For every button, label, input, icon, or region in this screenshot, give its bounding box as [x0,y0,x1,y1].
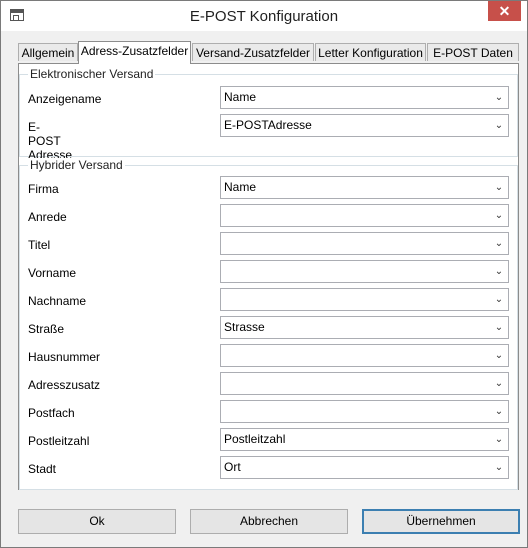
tab-epost-daten[interactable]: E-POST Daten [427,43,519,61]
field-label: Adresszusatz [28,378,101,392]
window-title: E-POST Konfiguration [189,8,339,25]
combobox-value: Strasse [224,320,265,334]
field-label: Anzeigename [28,92,102,106]
apply-button-label: Übernehmen [406,514,476,528]
chevron-down-icon[interactable]: ⌄ [493,263,505,280]
chevron-down-icon[interactable]: ⌄ [493,319,505,336]
tab-letter-konfiguration[interactable]: Letter Konfiguration [315,43,426,61]
chevron-down-icon[interactable]: ⌄ [493,403,505,420]
strasse-combobox[interactable]: Strasse ⌄ [220,316,509,339]
chevron-down-icon[interactable]: ⌄ [493,291,505,308]
adresszusatz-combobox[interactable]: ⌄ [220,372,509,395]
field-label: Straße [28,322,65,336]
anzeigename-combobox[interactable]: Name ⌄ [220,86,509,109]
dialog-client-area: Allgemein Adress-Zusatzfelder Versand-Zu… [8,31,520,539]
combobox-value: Ort [224,460,241,474]
anrede-combobox[interactable]: ⌄ [220,204,509,227]
chevron-down-icon[interactable]: ⌄ [493,431,505,448]
tab-adress-zusatzfelder[interactable]: Adress-Zusatzfelder [78,41,191,64]
title-bar[interactable]: E-POST Konfiguration ✕ [1,1,527,31]
close-button[interactable]: ✕ [488,1,521,21]
chevron-down-icon[interactable]: ⌄ [493,117,505,134]
hausnummer-combobox[interactable]: ⌄ [220,344,509,367]
postfach-combobox[interactable]: ⌄ [220,400,509,423]
combobox-value: Name [224,90,257,104]
ok-button[interactable]: Ok [18,509,176,534]
chevron-down-icon[interactable]: ⌄ [493,89,505,106]
epost-adresse-combobox[interactable]: E-POSTAdresse ⌄ [220,114,509,137]
cancel-button[interactable]: Abbrechen [190,509,348,534]
dialog-window: E-POST Konfiguration ✕ Allgemein Adress-… [0,0,528,548]
combobox-value: E-POSTAdresse [224,118,312,132]
nachname-combobox[interactable]: ⌄ [220,288,509,311]
field-label: Nachname [28,294,87,308]
tab-versand-zusatzfelder[interactable]: Versand-Zusatzfelder [192,43,314,61]
group-title-elektronisch: Elektronischer Versand [28,67,156,81]
tab-allgemein[interactable]: Allgemein [18,43,78,61]
tab-panel-adress-zusatzfelder: Elektronischer Versand Anzeigename Name … [18,63,519,490]
vorname-combobox[interactable]: ⌄ [220,260,509,283]
chevron-down-icon[interactable]: ⌄ [493,347,505,364]
chevron-down-icon[interactable]: ⌄ [493,179,505,196]
combobox-value: Name [224,180,257,194]
titel-combobox[interactable]: ⌄ [220,232,509,255]
chevron-down-icon[interactable]: ⌄ [493,459,505,476]
group-elektronischer-versand: Elektronischer Versand Anzeigename Name … [19,67,518,162]
ok-button-label: Ok [89,514,105,528]
field-label: Hausnummer [28,350,101,364]
field-label: Firma [28,182,59,196]
stadt-combobox[interactable]: Ort ⌄ [220,456,509,479]
cancel-button-label: Abbrechen [239,514,299,528]
group-title-hybrid: Hybrider Versand [28,158,125,172]
combobox-value: Postleitzahl [224,432,286,446]
field-label: E-POST Adresse [28,120,73,162]
chevron-down-icon[interactable]: ⌄ [493,375,505,392]
field-label: Titel [28,238,51,252]
apply-button[interactable]: Übernehmen [362,509,520,534]
field-label: Vorname [28,266,77,280]
postleitzahl-combobox[interactable]: Postleitzahl ⌄ [220,428,509,451]
field-label: Anrede [28,210,67,224]
chevron-down-icon[interactable]: ⌄ [493,207,505,224]
field-label: Postleitzahl [28,434,90,448]
field-label: Stadt [28,462,57,476]
firma-combobox[interactable]: Name ⌄ [220,176,509,199]
chevron-down-icon[interactable]: ⌄ [493,235,505,252]
field-label: Postfach [28,406,75,420]
group-hybrider-versand: Hybrider Versand Firma Name ⌄ Anrede ⌄ T… [19,158,518,490]
